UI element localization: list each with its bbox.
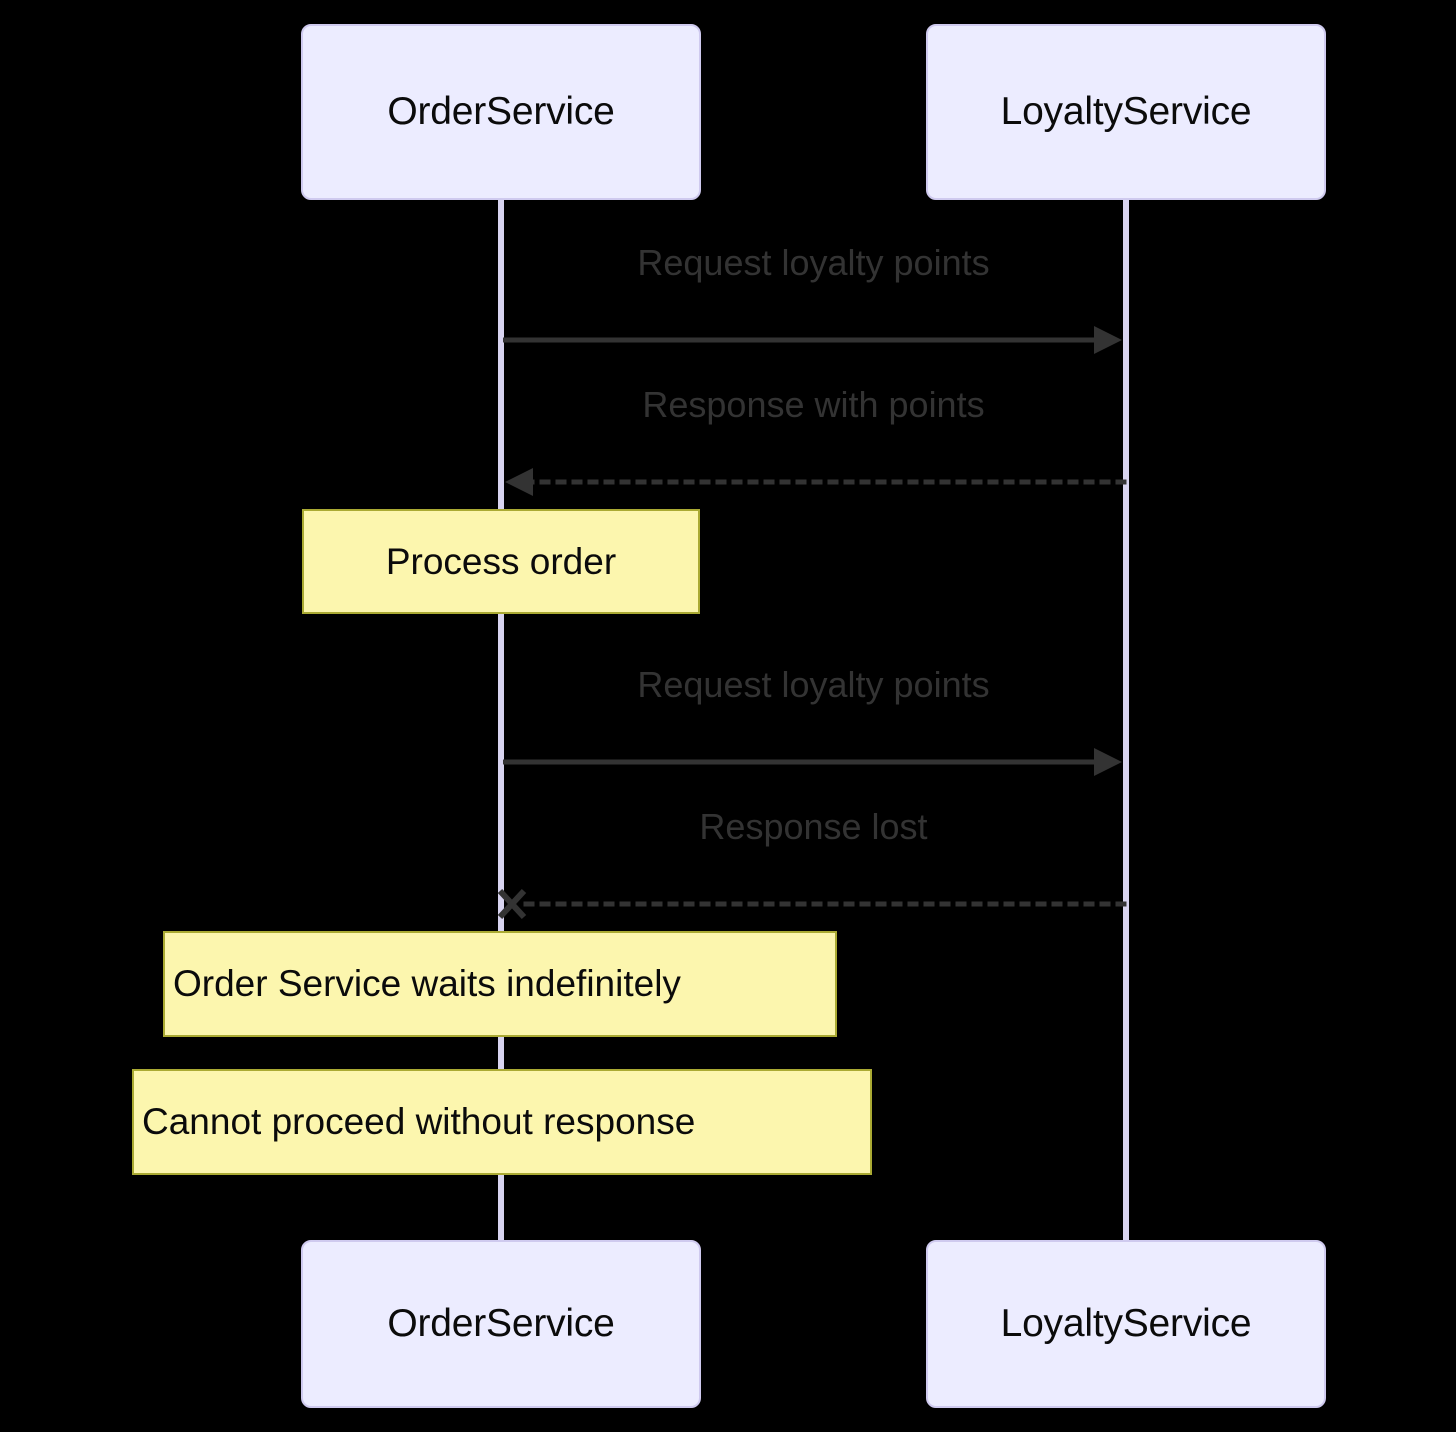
participant-label: LoyaltyService [1000,1302,1252,1345]
note-label: Cannot proceed without response [142,1101,696,1142]
participant-box-bottom-orderservice[interactable]: OrderService [301,1240,701,1408]
participant-box-bottom-loyaltyservice[interactable]: LoyaltyService [926,1240,1326,1408]
note-cannot-proceed[interactable]: Cannot proceed without response [132,1069,872,1175]
note-order-service-waits[interactable]: Order Service waits indefinitely [163,931,837,1037]
participant-label: OrderService [387,1302,615,1345]
message-label-2: Response with points [642,384,985,425]
sequence-diagram: OrderService LoyaltyService Request loya… [0,0,1456,1432]
message-arrow-1 [503,326,1122,354]
message-label-1: Request loyalty points [637,242,990,283]
note-process-order[interactable]: Process order [302,509,700,614]
participant-box-top-loyaltyservice[interactable]: LoyaltyService [926,24,1326,200]
participant-box-top-orderservice[interactable]: OrderService [301,24,701,200]
message-arrow-4-lost [497,888,1127,920]
note-label: Process order [385,540,617,582]
message-label-3: Request loyalty points [637,664,990,705]
message-label-4: Response lost [699,806,928,847]
diagram-vector-layer [497,200,1129,1240]
note-label: Order Service waits indefinitely [173,963,681,1004]
participant-label: OrderService [387,90,615,133]
message-arrow-2 [505,468,1127,496]
message-arrow-3 [503,748,1122,776]
participant-label: LoyaltyService [1000,90,1252,133]
